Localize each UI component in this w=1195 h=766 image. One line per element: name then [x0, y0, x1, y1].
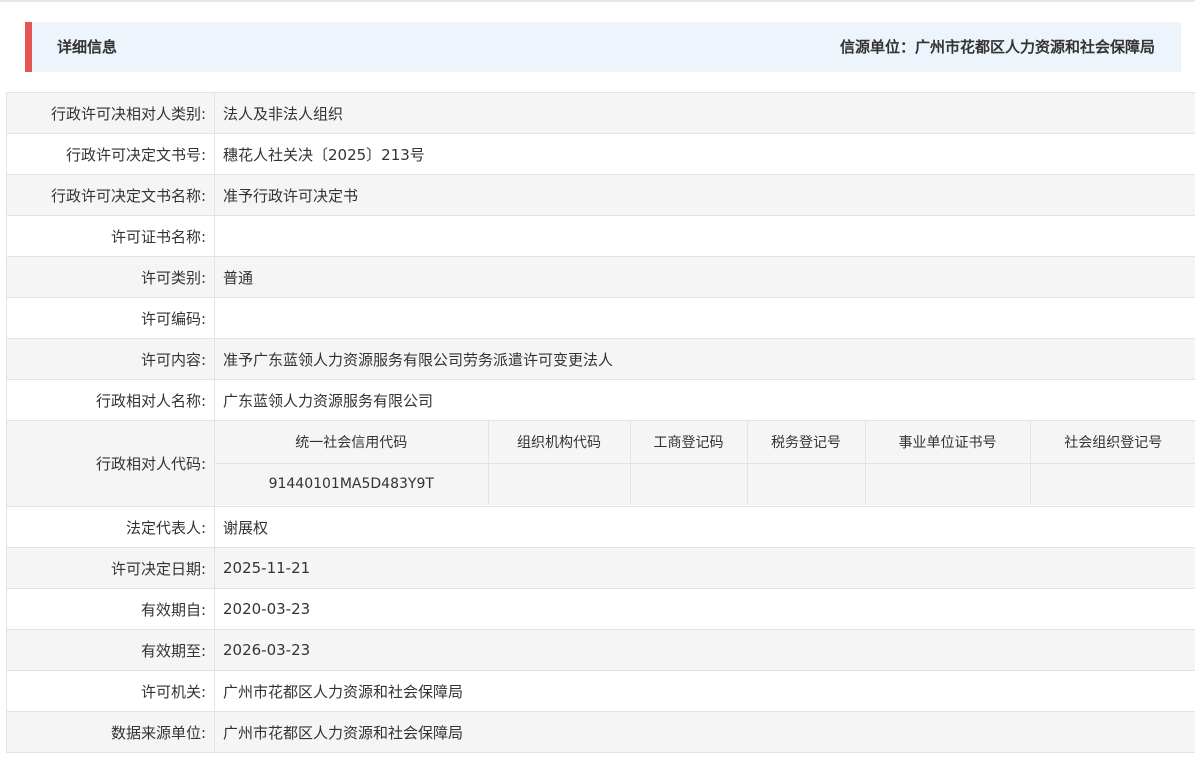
detail-table: 行政许可决相对人类别: 法人及非法人组织 行政许可决定文书号: 穗花人社关决〔2…	[6, 92, 1195, 753]
row-label: 行政许可决相对人类别:	[6, 92, 215, 134]
row-label: 数据来源单位:	[6, 711, 215, 753]
code-column-header: 工商登记码	[629, 421, 748, 464]
row-value: 谢展权	[214, 506, 1195, 548]
section-header: 详细信息 信源单位：广州市花都区人力资源和社会保障局	[25, 22, 1181, 72]
row-code: 许可编码:	[6, 297, 1195, 339]
row-data-source: 数据来源单位: 广州市花都区人力资源和社会保障局	[6, 711, 1195, 753]
row-legal-rep: 法定代表人: 谢展权	[6, 506, 1195, 548]
party-code-table: 统一社会信用代码 组织机构代码 工商登记码 税务登记号 事业单位证书号 社会组织…	[215, 421, 1195, 505]
row-valid-to: 有效期至: 2026-03-23	[6, 629, 1195, 671]
code-column-header: 社会组织登记号	[1029, 421, 1195, 464]
row-value: 法人及非法人组织	[214, 92, 1195, 134]
row-label: 许可内容:	[6, 338, 215, 380]
code-column-header: 组织机构代码	[487, 421, 631, 464]
row-content: 许可内容: 准予广东蓝领人力资源服务有限公司劳务派遣许可变更法人	[6, 338, 1195, 380]
row-value: 普通	[214, 256, 1195, 298]
row-party-name: 行政相对人名称: 广东蓝领人力资源服务有限公司	[6, 379, 1195, 421]
code-column-header: 税务登记号	[746, 421, 866, 464]
code-value	[1029, 462, 1195, 505]
row-value	[214, 215, 1195, 257]
code-value	[864, 462, 1031, 505]
code-value	[746, 462, 866, 505]
party-code-cell: 统一社会信用代码 组织机构代码 工商登记码 税务登记号 事业单位证书号 社会组织…	[214, 420, 1195, 507]
row-label: 许可编码:	[6, 297, 215, 339]
row-label: 有效期至:	[6, 629, 215, 671]
row-label: 许可类别:	[6, 256, 215, 298]
row-value: 准予广东蓝领人力资源服务有限公司劳务派遣许可变更法人	[214, 338, 1195, 380]
row-value: 穗花人社关决〔2025〕213号	[214, 133, 1195, 175]
row-label: 行政相对人名称:	[6, 379, 215, 421]
party-code-header-row: 统一社会信用代码 组织机构代码 工商登记码 税务登记号 事业单位证书号 社会组织…	[215, 421, 1195, 464]
row-value: 2026-03-23	[214, 629, 1195, 671]
row-value: 广东蓝领人力资源服务有限公司	[214, 379, 1195, 421]
row-label: 行政许可决定文书名称:	[6, 174, 215, 216]
row-authority: 许可机关: 广州市花都区人力资源和社会保障局	[6, 670, 1195, 712]
row-label: 有效期自:	[6, 588, 215, 630]
code-column-header: 事业单位证书号	[864, 421, 1031, 464]
row-label: 法定代表人:	[6, 506, 215, 548]
row-label: 许可机关:	[6, 670, 215, 712]
row-cert-name: 许可证书名称:	[6, 215, 1195, 257]
row-valid-from: 有效期自: 2020-03-23	[6, 588, 1195, 630]
row-value	[214, 297, 1195, 339]
row-doc-number: 行政许可决定文书号: 穗花人社关决〔2025〕213号	[6, 133, 1195, 175]
row-label: 许可决定日期:	[6, 547, 215, 589]
party-code-value-row: 91440101MA5D483Y9T	[215, 462, 1195, 505]
row-value: 广州市花都区人力资源和社会保障局	[214, 711, 1195, 753]
row-value: 准予行政许可决定书	[214, 174, 1195, 216]
row-label: 行政许可决定文书号:	[6, 133, 215, 175]
row-party-type: 行政许可决相对人类别: 法人及非法人组织	[6, 92, 1195, 134]
row-doc-name: 行政许可决定文书名称: 准予行政许可决定书	[6, 174, 1195, 216]
code-value	[629, 462, 748, 505]
row-category: 许可类别: 普通	[6, 256, 1195, 298]
code-column-header: 统一社会信用代码	[215, 421, 489, 464]
section-title: 详细信息	[57, 38, 118, 56]
top-divider	[0, 0, 1195, 2]
header-accent-bar	[25, 22, 32, 72]
row-value: 广州市花都区人力资源和社会保障局	[214, 670, 1195, 712]
row-value: 2020-03-23	[214, 588, 1195, 630]
row-label: 行政相对人代码:	[6, 420, 215, 507]
code-value	[487, 462, 631, 505]
row-label: 许可证书名称:	[6, 215, 215, 257]
source-unit: 信源单位：广州市花都区人力资源和社会保障局	[839, 38, 1155, 56]
row-value: 2025-11-21	[214, 547, 1195, 589]
row-decision-date: 许可决定日期: 2025-11-21	[6, 547, 1195, 589]
row-party-code: 行政相对人代码: 统一社会信用代码 组织机构代码 工商登记码 税务登记号 事业单…	[6, 420, 1195, 507]
code-value: 91440101MA5D483Y9T	[215, 462, 489, 505]
